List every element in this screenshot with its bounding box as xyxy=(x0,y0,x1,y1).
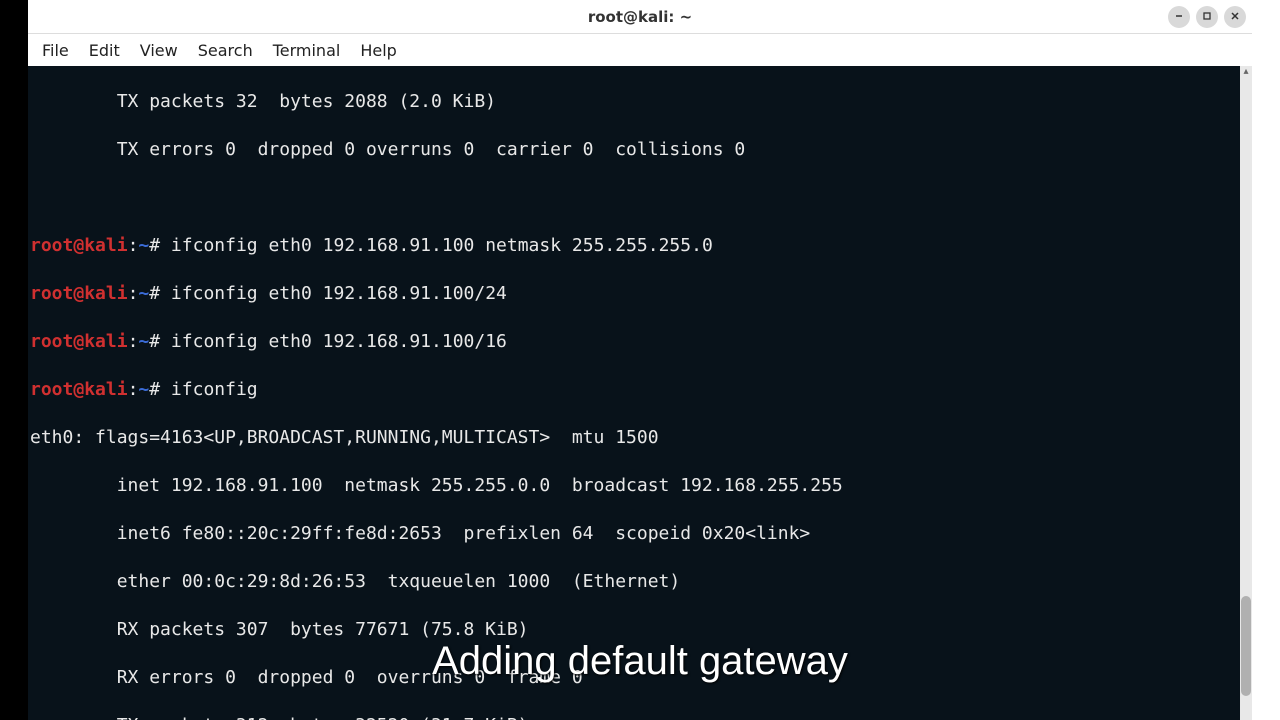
prompt-user: root xyxy=(30,379,73,400)
minimize-icon xyxy=(1174,10,1184,24)
menu-edit[interactable]: Edit xyxy=(79,37,130,64)
terminal-area[interactable]: TX packets 32 bytes 2088 (2.0 KiB) TX er… xyxy=(28,66,1252,720)
prompt-user: root xyxy=(30,283,73,304)
prompt-host: kali xyxy=(84,379,127,400)
prompt-line: root@kali:~# ifconfig xyxy=(30,378,1238,402)
prompt-hash: # xyxy=(149,235,160,256)
output-line: inet6 fe80::20c:29ff:fe8d:2653 prefixlen… xyxy=(30,522,1238,546)
screen-left-border xyxy=(0,0,28,720)
prompt-path: ~ xyxy=(138,283,149,304)
menu-help[interactable]: Help xyxy=(350,37,406,64)
video-caption: Adding default gateway xyxy=(28,639,1252,684)
menu-file[interactable]: File xyxy=(32,37,79,64)
output-line: eth0: flags=4163<UP,BROADCAST,RUNNING,MU… xyxy=(30,426,1238,450)
command-text: ifconfig eth0 192.168.91.100/16 xyxy=(160,331,507,352)
close-icon xyxy=(1230,10,1240,24)
prompt-hash: # xyxy=(149,379,160,400)
prompt-path: ~ xyxy=(138,235,149,256)
prompt-at: @ xyxy=(73,379,84,400)
output-line: TX packets 32 bytes 2088 (2.0 KiB) xyxy=(30,90,1238,114)
prompt-host: kali xyxy=(84,331,127,352)
prompt-user: root xyxy=(30,235,73,256)
output-line: TX packets 312 bytes 32520 (31.7 KiB) xyxy=(30,714,1238,720)
menu-search[interactable]: Search xyxy=(188,37,263,64)
menu-view[interactable]: View xyxy=(130,37,188,64)
window-titlebar: root@kali: ~ xyxy=(28,0,1252,34)
command-text: ifconfig xyxy=(160,379,258,400)
window-controls xyxy=(1168,6,1246,28)
minimize-button[interactable] xyxy=(1168,6,1190,28)
output-line: ether 00:0c:29:8d:26:53 txqueuelen 1000 … xyxy=(30,570,1238,594)
output-line: inet 192.168.91.100 netmask 255.255.0.0 … xyxy=(30,474,1238,498)
terminal-output[interactable]: TX packets 32 bytes 2088 (2.0 KiB) TX er… xyxy=(28,66,1240,720)
terminal-window: root@kali: ~ File Edit View Search Termi… xyxy=(28,0,1252,720)
prompt-at: @ xyxy=(73,235,84,256)
prompt-path: ~ xyxy=(138,331,149,352)
prompt-colon: : xyxy=(128,331,139,352)
prompt-path: ~ xyxy=(138,379,149,400)
close-button[interactable] xyxy=(1224,6,1246,28)
maximize-icon xyxy=(1202,10,1212,24)
output-line xyxy=(30,186,1238,210)
prompt-colon: : xyxy=(128,283,139,304)
prompt-colon: : xyxy=(128,379,139,400)
prompt-at: @ xyxy=(73,331,84,352)
output-line: TX errors 0 dropped 0 overruns 0 carrier… xyxy=(30,138,1238,162)
prompt-at: @ xyxy=(73,283,84,304)
prompt-line: root@kali:~# ifconfig eth0 192.168.91.10… xyxy=(30,234,1238,258)
prompt-user: root xyxy=(30,331,73,352)
menu-terminal[interactable]: Terminal xyxy=(263,37,351,64)
prompt-host: kali xyxy=(84,235,127,256)
prompt-hash: # xyxy=(149,283,160,304)
prompt-colon: : xyxy=(128,235,139,256)
vertical-scrollbar[interactable]: ▴ xyxy=(1240,66,1252,720)
command-text: ifconfig eth0 192.168.91.100/24 xyxy=(160,283,507,304)
command-text: ifconfig eth0 192.168.91.100 netmask 255… xyxy=(160,235,713,256)
prompt-host: kali xyxy=(84,283,127,304)
window-title: root@kali: ~ xyxy=(588,8,692,26)
menu-bar: File Edit View Search Terminal Help xyxy=(28,34,1252,66)
scroll-up-arrow-icon[interactable]: ▴ xyxy=(1240,66,1252,78)
prompt-line: root@kali:~# ifconfig eth0 192.168.91.10… xyxy=(30,282,1238,306)
prompt-hash: # xyxy=(149,331,160,352)
prompt-line: root@kali:~# ifconfig eth0 192.168.91.10… xyxy=(30,330,1238,354)
maximize-button[interactable] xyxy=(1196,6,1218,28)
